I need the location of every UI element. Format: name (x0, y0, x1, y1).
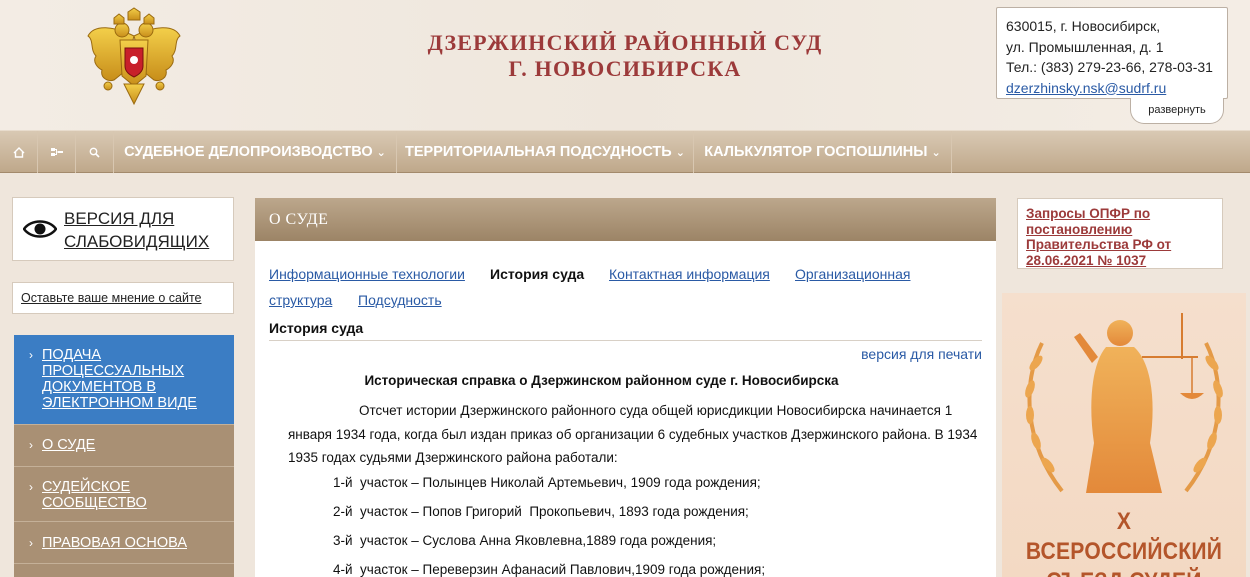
sitemap-icon (50, 147, 63, 156)
nav-item-label: ТЕРРИТОРИАЛЬНАЯ ПОДСУДНОСТЬ (405, 144, 672, 160)
judge-list-item: 4-й участок – Переверзин Афанасий Павлов… (333, 562, 766, 577)
pension-fund-requests-link[interactable]: Запросы ОПФР по постановлению Правительс… (1017, 198, 1223, 269)
nav-item-territorial-jurisdiction[interactable]: ТЕРРИТОРИАЛЬНАЯ ПОДСУДНОСТЬ ⌄ (397, 131, 694, 173)
tab-jurisdiction[interactable]: Подсудность (358, 292, 442, 308)
coat-of-arms-icon (87, 7, 181, 106)
document-title: Историческая справка о Дзержинском район… (364, 373, 839, 388)
site-header: ДЗЕРЖИНСКИЙ РАЙОННЫЙ СУД Г. НОВОСИБИРСКА… (0, 0, 1250, 130)
chevron-down-icon: ⌄ (931, 147, 941, 159)
home-button[interactable] (0, 131, 38, 173)
tab-contact-information[interactable]: Контактная информация (609, 266, 770, 282)
main-content: О СУДЕ Информационные технологии История… (255, 198, 996, 577)
sidebar-item-legal-basis[interactable]: › ПРАВОВАЯ ОСНОВА (14, 521, 234, 563)
search-button[interactable] (76, 131, 114, 173)
banner-title: X ВСЕРОССИЙСКИЙ СЪЕЗД СУДЕЙ (1025, 508, 1223, 577)
tab-organizational-structure[interactable]: Организационная (795, 266, 910, 282)
sidebar-item-about-court[interactable]: › О СУДЕ (14, 424, 234, 466)
judge-list-item: 2-й участок – Попов Григорий Прокопьевич… (333, 504, 749, 519)
page-title: О СУДЕ (255, 198, 996, 241)
expand-contacts-button[interactable]: развернуть (1130, 98, 1224, 124)
sidebar-item-electronic-filing[interactable]: › ПОДАЧА ПРОЦЕССУАЛЬНЫХ ДОКУМЕНТОВ В ЭЛЕ… (14, 335, 234, 424)
nav-item-fee-calculator[interactable]: КАЛЬКУЛЯТОР ГОСПОШЛИНЫ ⌄ (694, 131, 952, 173)
chevron-right-icon: › (29, 438, 33, 452)
judge-list-item: 3-й участок – Суслова Анна Яковлевна,188… (333, 533, 717, 548)
chevron-right-icon: › (29, 536, 33, 550)
nav-item-label: КАЛЬКУЛЯТОР ГОСПОШЛИНЫ (704, 144, 928, 160)
sidebar-item-judicial-community[interactable]: › СУДЕЙСКОЕ СООБЩЕСТВО (14, 466, 234, 521)
contact-address-line2: ул. Промышленная, д. 1 (1006, 38, 1164, 55)
judge-list-item: 1-й участок – Полынцев Николай Артемьеви… (333, 475, 761, 490)
nav-item-court-proceedings[interactable]: СУДЕБНОЕ ДЕЛОПРОИЗВОДСТВО ⌄ (114, 131, 397, 173)
main-nav: СУДЕБНОЕ ДЕЛОПРОИЗВОДСТВО ⌄ ТЕРРИТОРИАЛЬ… (0, 130, 1250, 173)
contact-address-line1: 630015, г. Новосибирск, (1006, 18, 1161, 34)
judges-congress-banner[interactable]: X ВСЕРОССИЙСКИЙ СЪЕЗД СУДЕЙ (1002, 293, 1246, 577)
sidebar-item-next[interactable] (14, 563, 234, 577)
feedback-link[interactable]: Оставьте ваше мнение о сайте (12, 282, 234, 314)
contact-phone: Тел.: (383) 279-23-66, 278-03-31 (1006, 59, 1213, 75)
sitemap-button[interactable] (38, 131, 76, 173)
divider (269, 340, 982, 341)
chevron-down-icon: ⌄ (376, 147, 386, 159)
section-title: История суда (269, 320, 364, 336)
tab-information-technology[interactable]: Информационные технологии (269, 266, 465, 282)
court-title-line1: ДЗЕРЖИНСКИЙ РАЙОННЫЙ СУД (427, 30, 823, 55)
print-version-link[interactable]: версия для печати (861, 346, 982, 362)
home-icon (13, 146, 24, 158)
chevron-right-icon: › (29, 348, 33, 362)
court-title-line2: Г. НОВОСИБИРСКА (508, 56, 742, 81)
contact-box: 630015, г. Новосибирск, ул. Промышленная… (996, 7, 1228, 99)
court-title: ДЗЕРЖИНСКИЙ РАЙОННЫЙ СУД Г. НОВОСИБИРСКА (370, 30, 880, 82)
contact-email-link[interactable]: dzerzhinsky.nsk@sudrf.ru (1006, 78, 1218, 99)
accessibility-version-button[interactable]: ВЕРСИЯ ДЛЯ СЛАБОВИДЯЩИХ (12, 197, 234, 261)
themis-statue-icon (1025, 313, 1223, 493)
nav-item-label: СУДЕБНОЕ ДЕЛОПРОИЗВОДСТВО (124, 144, 373, 160)
document-paragraph: Отсчет истории Дзержинского районного су… (288, 403, 978, 465)
search-icon (89, 147, 100, 158)
tab-organizational-structure-cont[interactable]: структура (269, 292, 332, 308)
eye-icon (23, 220, 57, 238)
chevron-right-icon: › (29, 480, 33, 494)
chevron-down-icon: ⌄ (675, 147, 685, 159)
tab-court-history[interactable]: История суда (490, 266, 584, 282)
accessibility-version-label: ВЕРСИЯ ДЛЯ СЛАБОВИДЯЩИХ (64, 209, 210, 251)
